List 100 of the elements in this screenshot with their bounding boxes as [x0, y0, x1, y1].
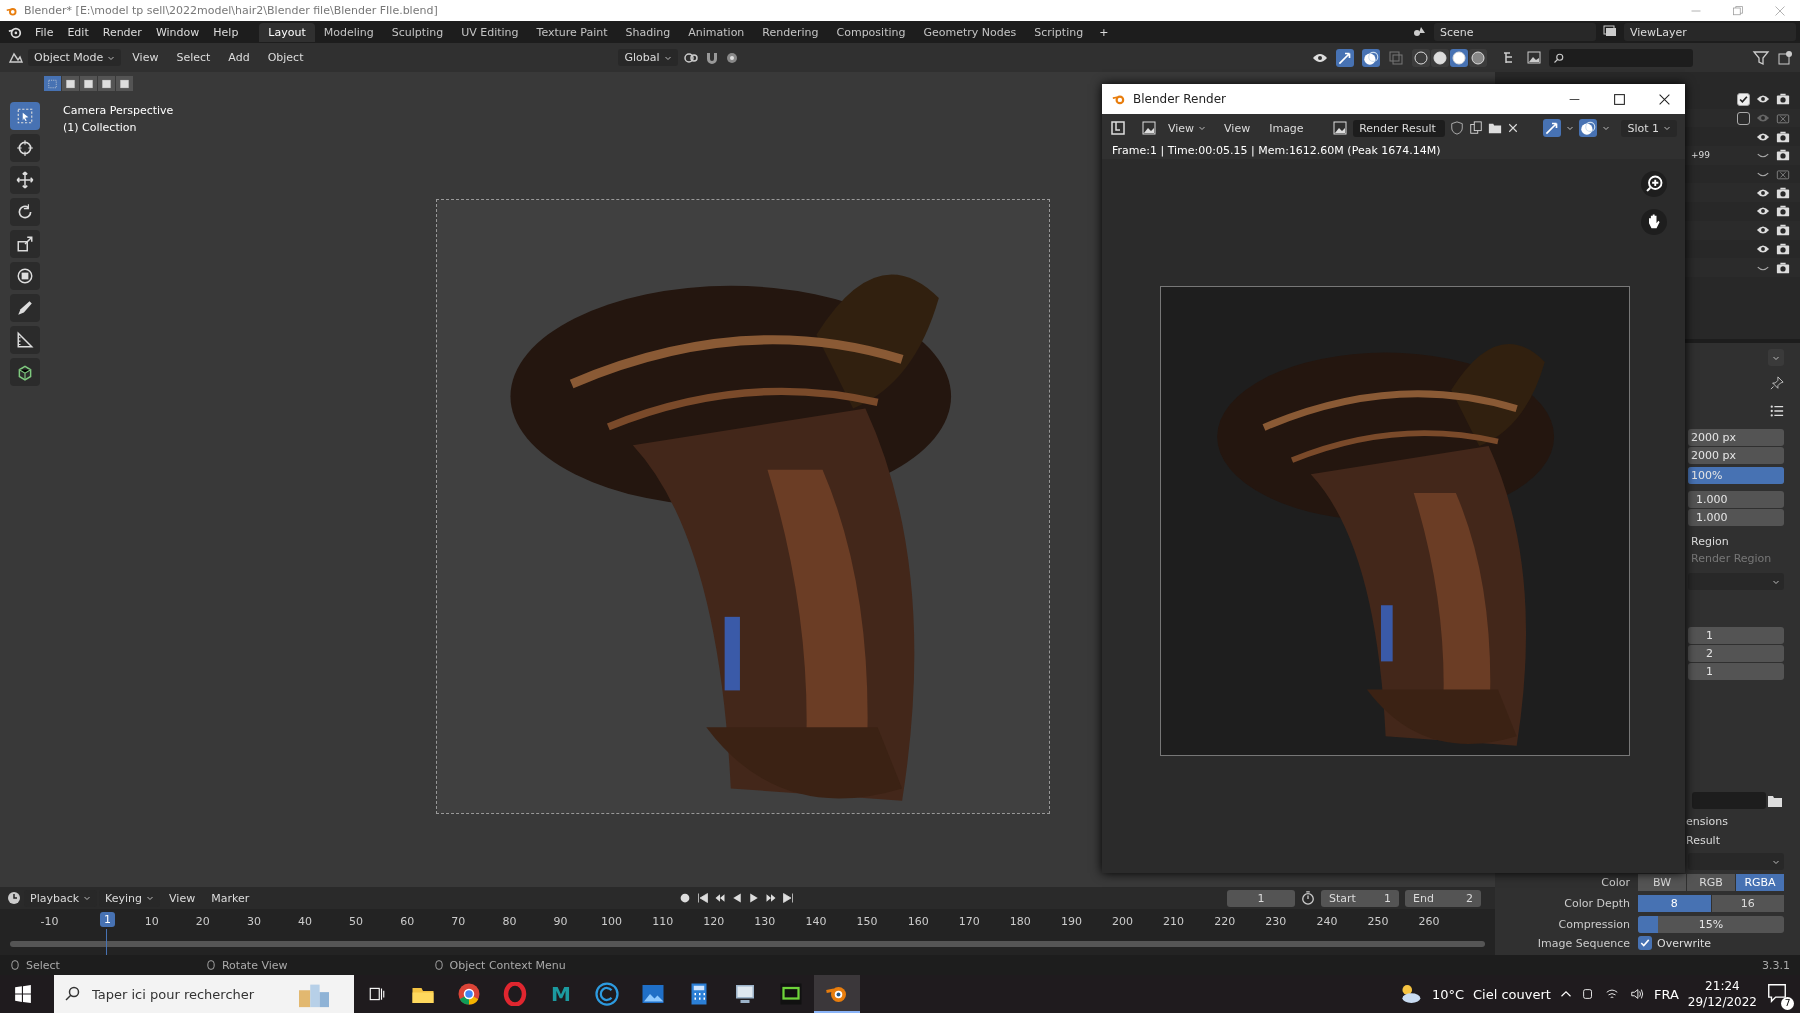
- menu-item[interactable]: Marker: [204, 888, 257, 908]
- menu-item[interactable]: File: [28, 22, 61, 42]
- filter-icon[interactable]: [1752, 49, 1770, 66]
- circle-icon[interactable]: [595, 982, 619, 1006]
- language-indicator[interactable]: FRA: [1653, 986, 1679, 1002]
- menu-item[interactable]: Image: [1262, 118, 1311, 138]
- overlay-icon[interactable]: [1579, 119, 1598, 137]
- jump-start-icon[interactable]: [697, 892, 710, 904]
- tool-button[interactable]: [10, 262, 40, 290]
- tool-button[interactable]: [10, 134, 40, 162]
- camera-icon[interactable]: [1776, 204, 1790, 219]
- scene-selector[interactable]: Scene: [1434, 23, 1596, 41]
- workspace-tab[interactable]: Sculpting: [382, 22, 453, 42]
- clock-editor-icon[interactable]: [6, 890, 22, 906]
- editor-type-icon[interactable]: [1110, 120, 1126, 136]
- add-workspace-button[interactable]: +: [1092, 22, 1116, 42]
- checkbox[interactable]: [1737, 92, 1750, 106]
- tool-button[interactable]: [10, 358, 40, 386]
- display-mode-icon[interactable]: [1525, 49, 1543, 66]
- number-field[interactable]: 1.000: [1688, 509, 1784, 526]
- dropdown-field[interactable]: [1688, 573, 1784, 590]
- menu-item[interactable]: Select: [169, 48, 218, 67]
- image-icon[interactable]: [641, 982, 665, 1006]
- select-mode-button[interactable]: [116, 76, 133, 91]
- task-view-icon[interactable]: [368, 985, 386, 1003]
- toggle-button[interactable]: 8: [1638, 895, 1711, 912]
- search-bar[interactable]: Taper ici pour rechercher: [54, 975, 354, 1013]
- tool-button[interactable]: [10, 198, 40, 226]
- zoom-icon[interactable]: [1641, 171, 1667, 197]
- current-frame-field[interactable]: 1: [1227, 889, 1295, 907]
- menu-item[interactable]: View: [125, 48, 166, 67]
- notification-icon[interactable]: [1766, 982, 1788, 1004]
- workspace-tab[interactable]: Compositing: [827, 22, 915, 42]
- menu-item[interactable]: View: [162, 888, 203, 908]
- workspace-tab[interactable]: Scripting: [1025, 22, 1093, 42]
- slot-dropdown[interactable]: Slot 1: [1621, 119, 1677, 137]
- new-collection-icon[interactable]: [1776, 49, 1794, 66]
- camera-icon[interactable]: [1776, 241, 1790, 256]
- search-input[interactable]: Taper ici pour rechercher: [90, 985, 274, 1003]
- view-dropdown[interactable]: View: [1161, 119, 1213, 137]
- orientation-dropdown[interactable]: Global: [618, 49, 678, 66]
- tool-button[interactable]: [10, 166, 40, 194]
- blender-logo-icon[interactable]: [8, 25, 22, 39]
- start-frame-field[interactable]: Start 1: [1321, 889, 1399, 907]
- menu-item[interactable]: Edit: [60, 22, 96, 42]
- end-frame-field[interactable]: End 2: [1405, 889, 1481, 907]
- ring-icon[interactable]: [503, 982, 527, 1006]
- menu-item[interactable]: Add: [221, 48, 257, 67]
- camera-icon[interactable]: [1776, 185, 1790, 200]
- search-field[interactable]: [1549, 48, 1693, 67]
- view-layer-selector[interactable]: ViewLayer: [1624, 23, 1796, 41]
- image-name-field[interactable]: Render Result: [1353, 119, 1445, 137]
- play-reverse-icon[interactable]: [731, 892, 744, 904]
- toggle-button[interactable]: RGBA: [1736, 874, 1784, 891]
- number-field[interactable]: 1: [1688, 663, 1784, 680]
- next-keyframe-icon[interactable]: [765, 892, 778, 904]
- tool-button[interactable]: [10, 230, 40, 258]
- toggle-button[interactable]: BW: [1638, 874, 1686, 891]
- prev-keyframe-icon[interactable]: [714, 892, 727, 904]
- shield-icon[interactable]: [1449, 121, 1464, 135]
- jump-end-icon[interactable]: [782, 892, 795, 904]
- close-icon[interactable]: [1506, 122, 1519, 134]
- tool-button[interactable]: [10, 326, 40, 354]
- number-field[interactable]: 1: [1688, 627, 1784, 644]
- list-icon[interactable]: [1770, 404, 1784, 418]
- select-mode-button[interactable]: [62, 76, 79, 91]
- shading-mode-button[interactable]: [1412, 48, 1430, 67]
- toggle-button[interactable]: 16: [1711, 895, 1784, 912]
- camera-icon[interactable]: [1580, 987, 1595, 1001]
- clock-date[interactable]: 29/12/2022: [1687, 994, 1757, 1010]
- taskbar-app[interactable]: M: [551, 982, 571, 1006]
- browser-icon[interactable]: [457, 982, 481, 1006]
- menu-item[interactable]: View: [1217, 118, 1258, 138]
- hand-icon[interactable]: [1641, 209, 1667, 235]
- number-field[interactable]: 100%: [1688, 467, 1784, 484]
- stopwatch-icon[interactable]: [1301, 891, 1315, 905]
- shading-mode-button[interactable]: [1450, 48, 1468, 67]
- workspace-tab[interactable]: Rendering: [753, 22, 828, 42]
- windows-start-icon[interactable]: [14, 985, 32, 1003]
- number-field[interactable]: 2000 px: [1688, 447, 1784, 464]
- camera-icon[interactable]: [1776, 260, 1790, 275]
- slider[interactable]: 15%: [1638, 916, 1784, 933]
- menu-item[interactable]: Help: [206, 22, 246, 42]
- camera-icon[interactable]: [1776, 223, 1790, 238]
- tool-button[interactable]: [10, 294, 40, 322]
- camera-icon[interactable]: [1776, 92, 1790, 107]
- workspace-tab[interactable]: Geometry Nodes: [914, 22, 1026, 42]
- view-layer-icon[interactable]: [1602, 23, 1618, 39]
- toggle-button[interactable]: RGB: [1687, 874, 1735, 891]
- image-icon[interactable]: [1140, 120, 1157, 136]
- dropdown-field[interactable]: [1688, 853, 1784, 870]
- number-field[interactable]: 1.000: [1688, 491, 1784, 508]
- checkbox-label[interactable]: Overwrite: [1657, 936, 1712, 950]
- workspace-tab[interactable]: Animation: [679, 22, 754, 42]
- select-mode-button[interactable]: [80, 76, 97, 91]
- number-field[interactable]: 2: [1688, 645, 1784, 662]
- camera-icon[interactable]: [1776, 148, 1790, 163]
- number-field[interactable]: 2000 px: [1688, 429, 1784, 446]
- computer-icon[interactable]: [733, 982, 757, 1006]
- pin-icon[interactable]: [1770, 376, 1784, 390]
